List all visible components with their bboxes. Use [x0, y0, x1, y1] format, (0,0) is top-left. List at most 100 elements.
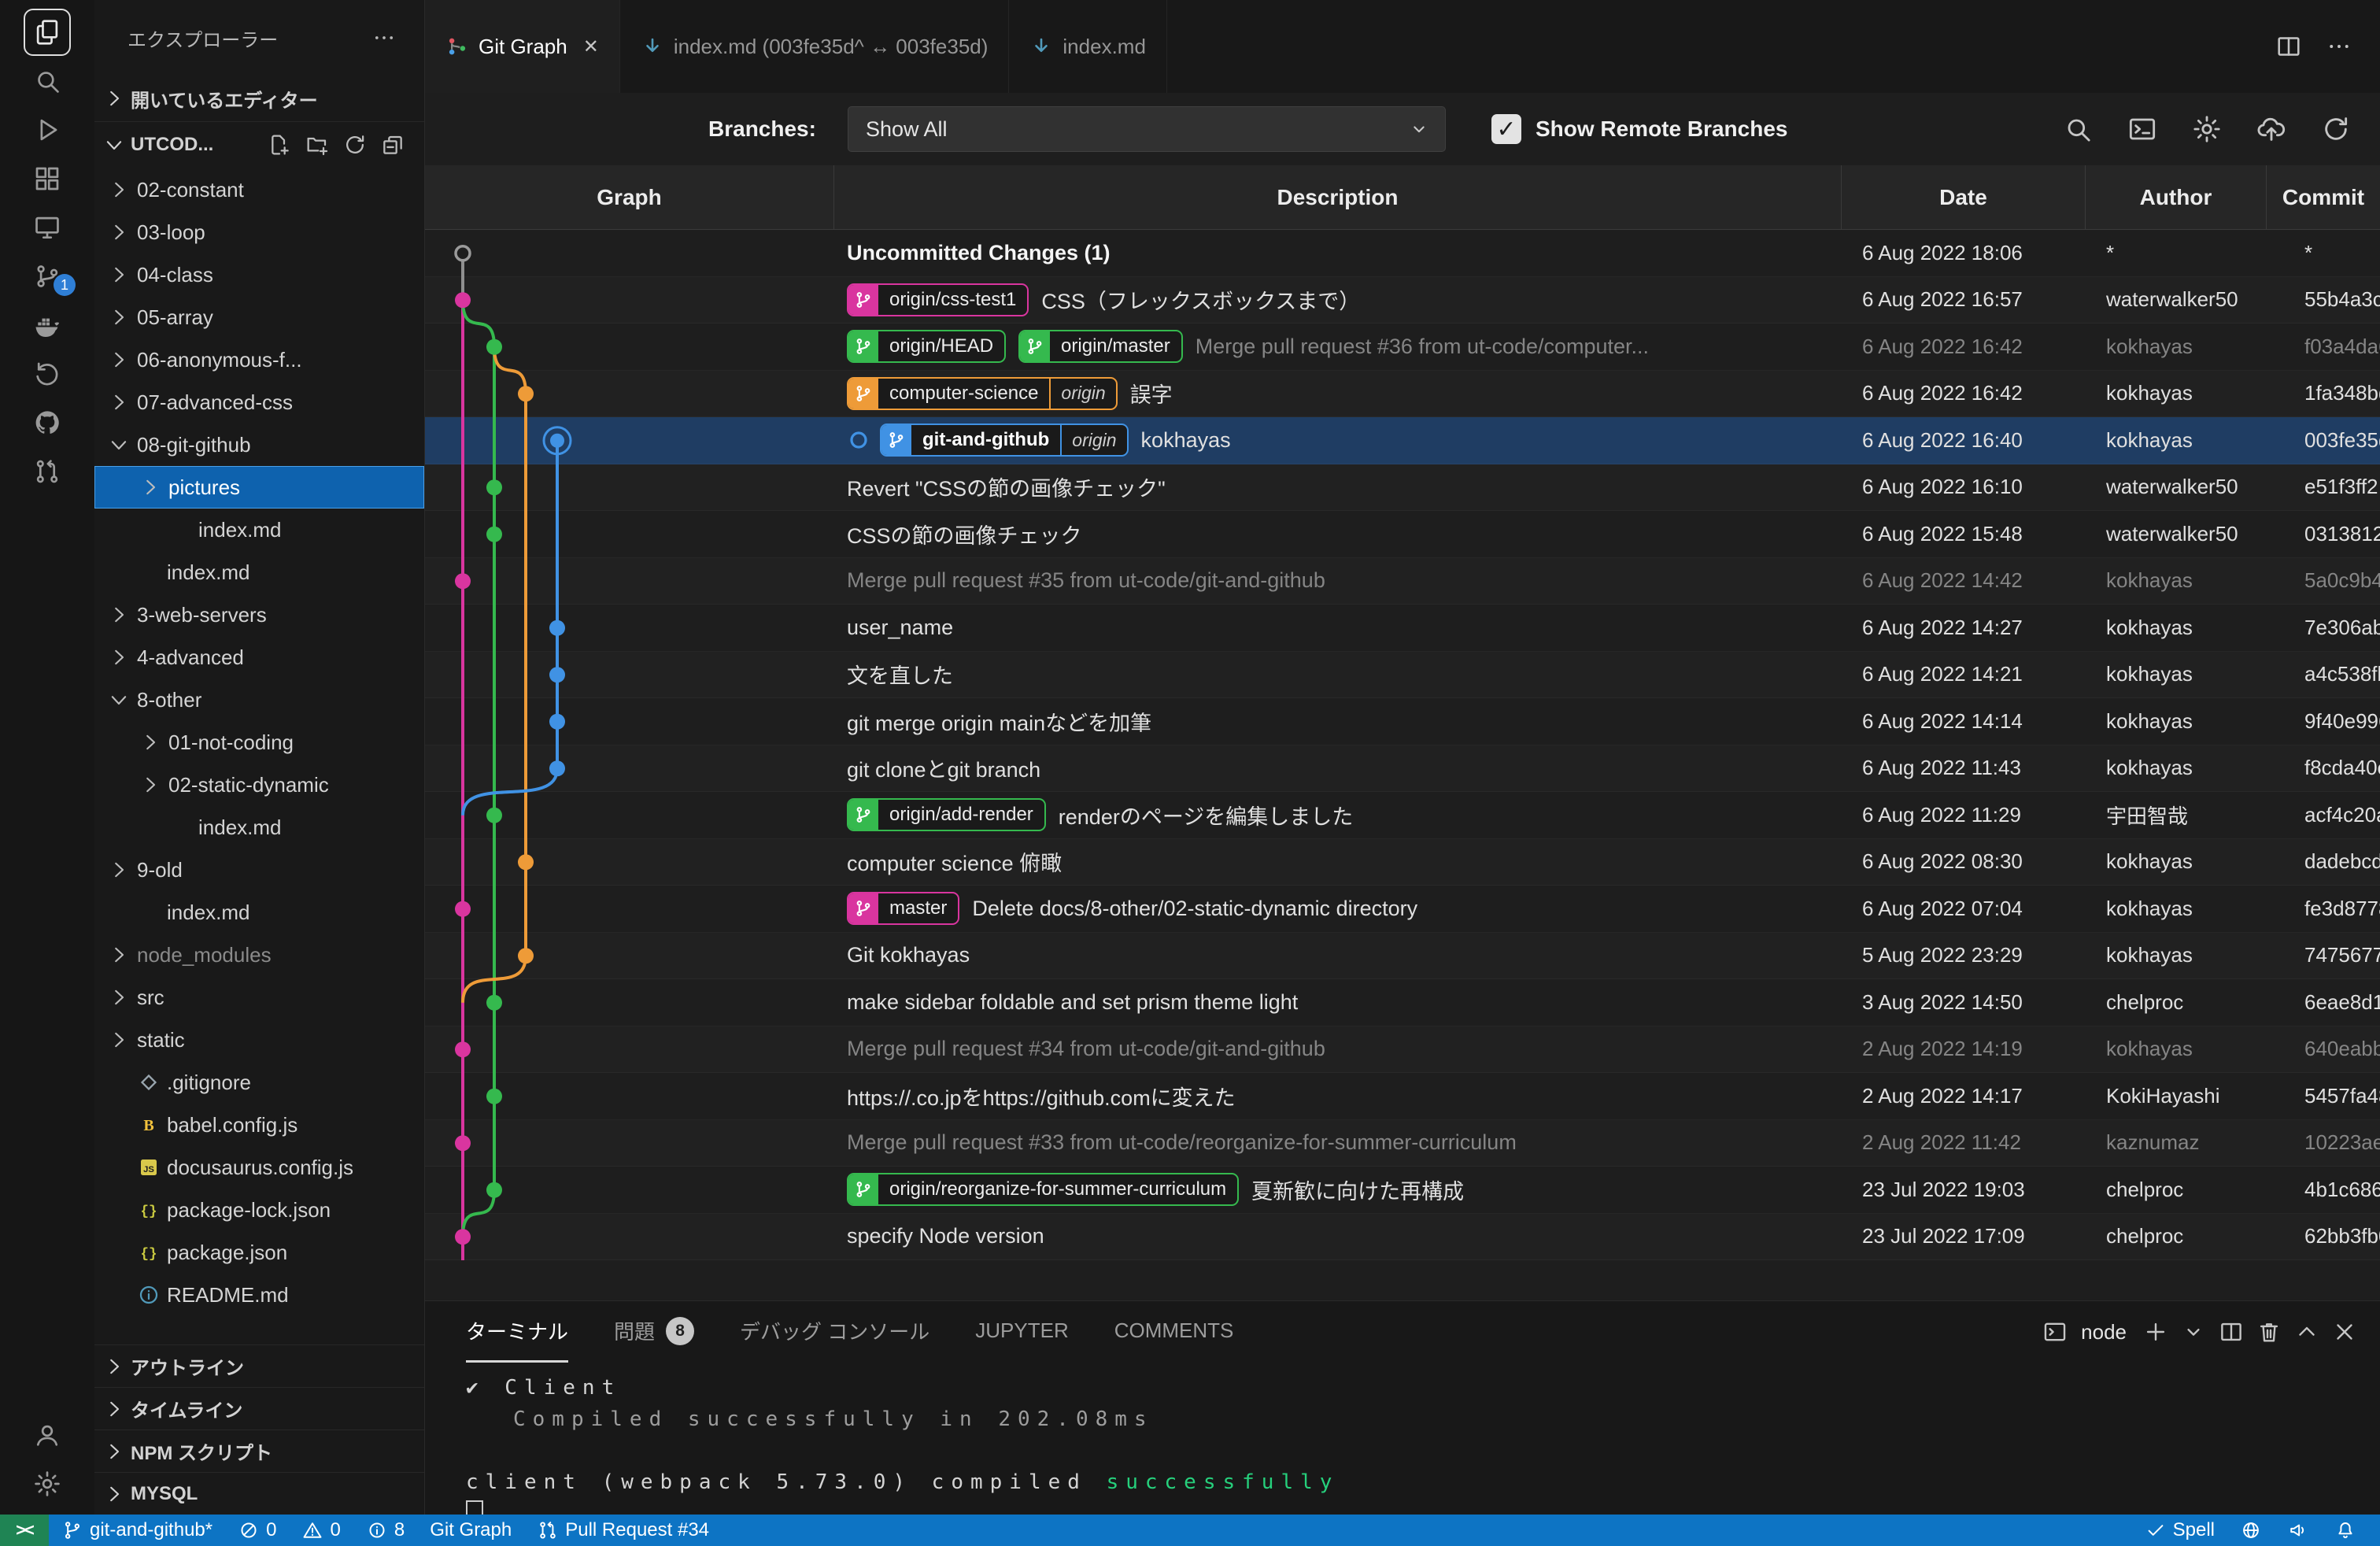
- refresh-icon[interactable]: [2320, 113, 2352, 145]
- column-header-description[interactable]: Description: [834, 165, 1842, 229]
- branch-badge[interactable]: origin/css-test1: [847, 283, 1029, 316]
- sidebar-section-2[interactable]: タイムライン: [94, 1387, 424, 1429]
- terminal-dropdown-icon[interactable]: [2180, 1319, 2207, 1345]
- collapse-all-icon[interactable]: [380, 132, 405, 157]
- commit-row[interactable]: Merge pull request #34 from ut-code/git-…: [425, 1026, 2380, 1074]
- docker-button[interactable]: [0, 301, 94, 350]
- editor-tab-1[interactable]: Git Graph✕: [425, 0, 620, 93]
- tree-item[interactable]: Bbabel.config.js: [94, 1104, 424, 1146]
- tree-item[interactable]: index.md: [94, 551, 424, 594]
- open-editors-section[interactable]: 開いているエディター: [94, 76, 424, 121]
- maximize-panel-icon[interactable]: [2293, 1319, 2320, 1345]
- commit-row[interactable]: origin/reorganize-for-summer-curriculum夏…: [425, 1167, 2380, 1214]
- tree-item[interactable]: JSdocusaurus.config.js: [94, 1146, 424, 1189]
- tree-item[interactable]: {}package.json: [94, 1231, 424, 1274]
- editor-tab-3[interactable]: index.md: [1009, 0, 1167, 93]
- run-debug-button[interactable]: [0, 105, 94, 154]
- settings-button[interactable]: [0, 1459, 94, 1508]
- tree-item[interactable]: static: [94, 1019, 424, 1061]
- workspace-section[interactable]: UTCOD...: [94, 121, 424, 167]
- panel-tab-5[interactable]: COMMENTS: [1114, 1301, 1234, 1363]
- tree-item[interactable]: 05-array: [94, 296, 424, 338]
- terminal-content[interactable]: ✔ ClientCompiled successfully in 202.08m…: [425, 1363, 2380, 1515]
- column-header-author[interactable]: Author: [2086, 165, 2267, 229]
- status-0[interactable]: 0: [289, 1515, 353, 1546]
- kill-terminal-icon[interactable]: [2256, 1319, 2282, 1345]
- remote-indicator[interactable]: ><: [0, 1515, 49, 1546]
- tree-item[interactable]: 4-advanced: [94, 636, 424, 679]
- commit-row[interactable]: make sidebar foldable and set prism them…: [425, 979, 2380, 1026]
- commit-row[interactable]: https://.co.jpをhttps://github.comに変えた2 A…: [425, 1073, 2380, 1120]
- column-header-commit[interactable]: Commit: [2267, 165, 2380, 229]
- commit-row[interactable]: 文を直した6 Aug 2022 14:21kokhayasa4c538fb: [425, 652, 2380, 699]
- extensions-button[interactable]: [0, 154, 94, 203]
- tree-item[interactable]: 02-constant: [94, 168, 424, 211]
- search-icon[interactable]: [2062, 113, 2094, 145]
- node-terminal-icon[interactable]: [2042, 1319, 2068, 1345]
- commit-row[interactable]: user_name6 Aug 2022 14:27kokhayas7e306ab…: [425, 605, 2380, 652]
- search-button[interactable]: [0, 57, 94, 105]
- commit-row[interactable]: origin/HEADorigin/masterMerge pull reque…: [425, 324, 2380, 371]
- tree-item[interactable]: 9-old: [94, 849, 424, 891]
- commit-row[interactable]: masterDelete docs/8-other/02-static-dyna…: [425, 886, 2380, 933]
- commit-row[interactable]: Uncommitted Changes (1)6 Aug 2022 18:06*…: [425, 230, 2380, 277]
- commit-row[interactable]: Revert "CSSの節の画像チェック"6 Aug 2022 16:10wat…: [425, 464, 2380, 512]
- tree-item[interactable]: .gitignore: [94, 1061, 424, 1104]
- column-header-graph[interactable]: Graph: [425, 165, 834, 229]
- editor-more-icon[interactable]: [2325, 32, 2353, 61]
- branch-badge[interactable]: origin/master: [1018, 330, 1183, 363]
- tree-item[interactable]: index.md: [94, 509, 424, 551]
- close-icon[interactable]: ✕: [583, 35, 599, 58]
- branch-badge[interactable]: origin/reorganize-for-summer-curriculum: [847, 1173, 1239, 1206]
- status-0[interactable]: 0: [225, 1515, 289, 1546]
- column-header-date[interactable]: Date: [1842, 165, 2086, 229]
- commit-row[interactable]: Git kokhayas5 Aug 2022 23:29kokhayas7475…: [425, 933, 2380, 980]
- tree-item[interactable]: index.md: [94, 891, 424, 934]
- commit-row[interactable]: git merge origin mainなどを加筆6 Aug 2022 14:…: [425, 698, 2380, 745]
- globe-icon[interactable]: [2227, 1515, 2275, 1546]
- split-terminal-icon[interactable]: [2218, 1319, 2245, 1345]
- branch-badge[interactable]: origin/add-render: [847, 798, 1046, 831]
- explorer-button[interactable]: [0, 8, 94, 57]
- new-folder-icon[interactable]: [305, 132, 330, 157]
- new-terminal-icon[interactable]: [2142, 1319, 2169, 1345]
- remote-explorer-button[interactable]: [0, 203, 94, 252]
- sidebar-section-1[interactable]: アウトライン: [94, 1344, 424, 1387]
- tree-item[interactable]: README.md: [94, 1274, 424, 1316]
- tree-item[interactable]: pictures: [94, 466, 424, 509]
- commit-row[interactable]: git-and-githuboriginkokhayas6 Aug 2022 1…: [425, 417, 2380, 464]
- editor-tab-2[interactable]: index.md (003fe35d^ ↔ 003fe35d): [620, 0, 1010, 93]
- commit-row[interactable]: git cloneとgit branch6 Aug 2022 11:43kokh…: [425, 745, 2380, 793]
- status-8[interactable]: 8: [353, 1515, 417, 1546]
- panel-tab-4[interactable]: JUPYTER: [975, 1301, 1068, 1363]
- commit-row[interactable]: Merge pull request #33 from ut-code/reor…: [425, 1120, 2380, 1167]
- commit-row[interactable]: computer science 俯瞰6 Aug 2022 08:30kokha…: [425, 839, 2380, 886]
- more-actions-icon[interactable]: [371, 24, 397, 51]
- shell-label[interactable]: node: [2081, 1320, 2127, 1344]
- github-button[interactable]: [0, 398, 94, 447]
- bell-icon[interactable]: [2322, 1515, 2369, 1546]
- panel-tab-3[interactable]: デバッグ コンソール: [740, 1301, 929, 1363]
- status-spell[interactable]: Spell: [2132, 1515, 2227, 1546]
- tree-item[interactable]: index.md: [94, 806, 424, 849]
- status-git-graph[interactable]: Git Graph: [417, 1515, 524, 1546]
- tree-item[interactable]: 06-anonymous-f...: [94, 338, 424, 381]
- sidebar-section-3[interactable]: NPM スクリプト: [94, 1429, 424, 1472]
- gear-icon[interactable]: [2191, 113, 2223, 145]
- show-remote-checkbox[interactable]: ✓: [1491, 114, 1521, 144]
- panel-tab-2[interactable]: 問題8: [614, 1301, 694, 1363]
- tree-item[interactable]: 01-not-coding: [94, 721, 424, 764]
- cloud-upload-icon[interactable]: [2256, 113, 2287, 145]
- tree-item[interactable]: 02-static-dynamic: [94, 764, 424, 806]
- pull-request-button[interactable]: [0, 447, 94, 496]
- tree-item[interactable]: 3-web-servers: [94, 594, 424, 636]
- branch-badge[interactable]: master: [847, 892, 959, 925]
- source-control-button[interactable]: 1: [0, 252, 94, 301]
- commit-row[interactable]: specify Node version23 Jul 2022 17:09che…: [425, 1214, 2380, 1261]
- megaphone-icon[interactable]: [2275, 1515, 2322, 1546]
- commit-row[interactable]: origin/css-test1CSS（フレックスボックスまで）6 Aug 20…: [425, 277, 2380, 324]
- history-button[interactable]: [0, 350, 94, 398]
- branch-badge[interactable]: git-and-githuborigin: [880, 423, 1129, 457]
- commit-row[interactable]: computer-scienceorigin誤字6 Aug 2022 16:42…: [425, 371, 2380, 418]
- commit-row[interactable]: Merge pull request #35 from ut-code/git-…: [425, 558, 2380, 605]
